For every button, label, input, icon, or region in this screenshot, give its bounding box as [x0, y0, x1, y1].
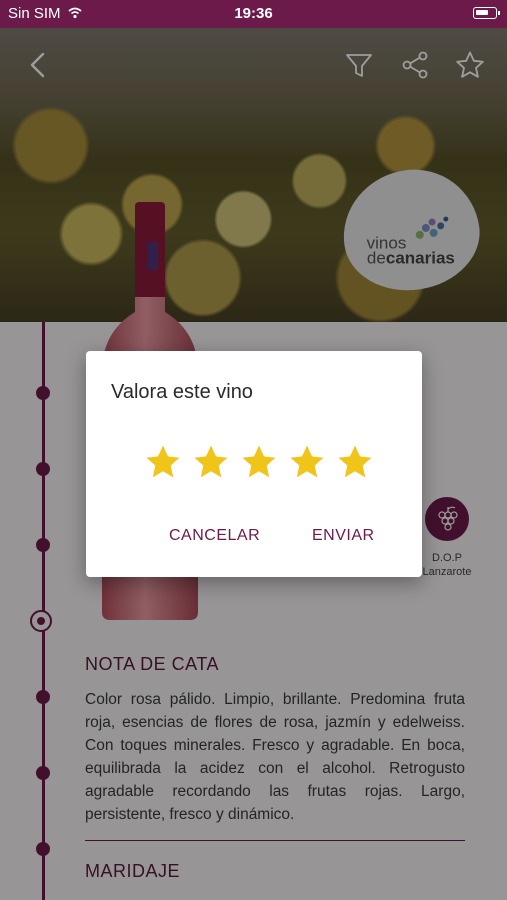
battery-icon	[473, 7, 500, 19]
clock: 19:36	[234, 5, 273, 22]
status-bar: Sin SIM 19:36	[0, 0, 507, 28]
rating-dialog: Valora este vino CANCELAR ENVIAR	[86, 351, 422, 577]
star-icon[interactable]	[192, 443, 230, 481]
dialog-title: Valora este vino	[111, 381, 253, 403]
star-rating[interactable]	[144, 443, 374, 483]
send-button[interactable]: ENVIAR	[312, 527, 375, 545]
star-icon[interactable]	[144, 443, 182, 481]
star-icon[interactable]	[288, 443, 326, 481]
star-icon[interactable]	[240, 443, 278, 481]
cancel-button[interactable]: CANCELAR	[169, 527, 260, 545]
star-icon[interactable]	[336, 443, 374, 481]
